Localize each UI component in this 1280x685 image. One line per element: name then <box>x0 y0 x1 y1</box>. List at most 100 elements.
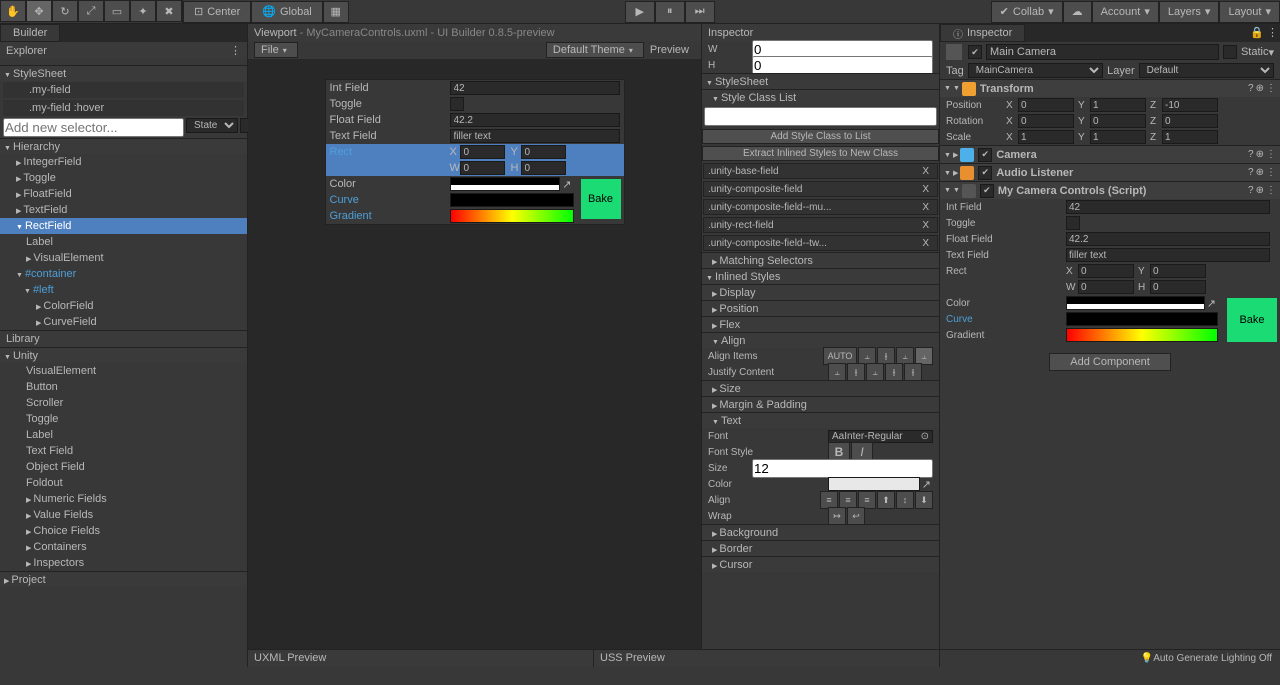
close-icon[interactable]: X <box>918 202 933 213</box>
move-tool[interactable]: ✥ <box>26 0 52 22</box>
script-int-input[interactable] <box>1066 200 1270 214</box>
bake-button[interactable]: Bake <box>581 179 621 219</box>
space-toggle[interactable]: 🌐 Global <box>251 1 323 23</box>
color-swatch[interactable] <box>450 177 561 191</box>
tree-rectfield[interactable]: RectField <box>0 218 247 234</box>
library-unity-section[interactable]: Unity <box>0 347 247 363</box>
scale-z[interactable] <box>1162 130 1218 144</box>
script-rect-y[interactable] <box>1150 264 1206 278</box>
audio-listener-header[interactable]: ▶✔Audio Listener?⊕⋮ <box>940 163 1280 181</box>
snap-toggle[interactable]: ▦ <box>323 1 349 23</box>
style-class-list-section[interactable]: Style Class List <box>702 89 939 105</box>
hand-tool[interactable]: ✋ <box>0 0 26 22</box>
hierarchy-section[interactable]: Hierarchy <box>0 138 247 154</box>
text-mid-button[interactable]: ↕ <box>896 491 914 509</box>
script-curve-field[interactable] <box>1066 312 1218 326</box>
static-checkbox[interactable] <box>1223 45 1237 59</box>
font-size-input[interactable] <box>752 459 933 478</box>
size-section[interactable]: Size <box>702 380 939 396</box>
script-header[interactable]: ▼✔My Camera Controls (Script)?⊕⋮ <box>940 181 1280 199</box>
text-color-field[interactable] <box>828 477 920 491</box>
lib-textfield[interactable]: Text Field <box>0 443 247 459</box>
matching-selectors-section[interactable]: Matching Selectors <box>702 252 939 268</box>
theme-dropdown[interactable]: Default Theme <box>546 42 644 58</box>
cursor-section[interactable]: Cursor <box>702 556 939 572</box>
pause-button[interactable]: ⏸ <box>655 1 685 23</box>
layout-dropdown[interactable]: Layout ▾ <box>1219 1 1280 23</box>
tree-colorfield[interactable]: ColorField <box>0 298 247 314</box>
wrap-on-button[interactable]: ↩ <box>847 507 865 525</box>
script-color-swatch[interactable] <box>1066 296 1205 310</box>
justify-between-button[interactable]: ⫲ <box>885 363 903 381</box>
lib-toggle[interactable]: Toggle <box>0 411 247 427</box>
help-icon[interactable]: ? <box>1248 83 1254 94</box>
tree-floatfield[interactable]: FloatField <box>0 186 247 202</box>
viewport-canvas[interactable]: Int Field Toggle Float Field Text Field … <box>248 59 701 649</box>
close-icon[interactable]: X <box>918 166 933 177</box>
align-section[interactable]: Align <box>702 332 939 348</box>
curve-field[interactable] <box>450 193 574 207</box>
rect-tool[interactable]: ▭ <box>104 0 130 22</box>
tag-dropdown[interactable]: MainCamera <box>968 63 1103 78</box>
rect-h-input[interactable] <box>521 161 566 175</box>
lib-label[interactable]: Label <box>0 427 247 443</box>
toggle-checkbox[interactable] <box>450 97 464 111</box>
extract-styles-button[interactable]: Extract Inlined Styles to New Class <box>702 146 939 161</box>
class-unity-base[interactable]: .unity-base-fieldX <box>703 163 938 179</box>
go-inspector-tab[interactable]: Inspector <box>940 24 1025 42</box>
preset-icon[interactable]: ⊕ <box>1256 83 1264 94</box>
text-field-input[interactable] <box>450 129 620 143</box>
rot-y[interactable] <box>1090 114 1146 128</box>
border-section[interactable]: Border <box>702 540 939 556</box>
lib-numeric[interactable]: Numeric Fields <box>0 491 247 507</box>
int-field-input[interactable] <box>450 81 620 95</box>
tree-integerfield[interactable]: IntegerField <box>0 154 247 170</box>
script-rect-w[interactable] <box>1078 280 1134 294</box>
add-style-class-button[interactable]: Add Style Class to List <box>702 129 939 144</box>
rot-z[interactable] <box>1162 114 1218 128</box>
gradient-swatch[interactable] <box>450 209 574 223</box>
class-unity-comp-tw[interactable]: .unity-composite-field--tw...X <box>703 235 938 251</box>
scale-tool[interactable]: ⤢ <box>78 0 104 22</box>
tree-textfield[interactable]: TextField <box>0 202 247 218</box>
account-dropdown[interactable]: Account ▾ <box>1092 1 1159 23</box>
rect-y-input[interactable] <box>521 145 566 159</box>
class-unity-comp-mu[interactable]: .unity-composite-field--mu...X <box>703 199 938 215</box>
add-component-button[interactable]: Add Component <box>1049 353 1171 371</box>
pos-y[interactable] <box>1090 98 1146 112</box>
collab-button[interactable]: ✔ Collab ▾ <box>991 1 1063 23</box>
script-text-input[interactable] <box>1066 248 1270 262</box>
justify-center-button[interactable]: ⫲ <box>847 363 865 381</box>
lib-inspectors[interactable]: Inspectors <box>0 555 247 571</box>
text-top-button[interactable]: ⬆ <box>877 491 895 509</box>
play-button[interactable]: ▶ <box>625 1 655 23</box>
stylesheet-section[interactable]: StyleSheet <box>0 65 247 81</box>
camera-header[interactable]: ▶✔Camera?⊕⋮ <box>940 145 1280 163</box>
lib-button[interactable]: Button <box>0 379 247 395</box>
script-rect-x[interactable] <box>1078 264 1134 278</box>
tree-toggle[interactable]: Toggle <box>0 170 247 186</box>
layers-dropdown[interactable]: Layers ▾ <box>1159 1 1220 23</box>
ui-stylesheet-section[interactable]: StyleSheet <box>702 73 939 89</box>
font-object-field[interactable]: Aa Inter-Regular⊙ <box>828 430 933 443</box>
script-float-input[interactable] <box>1066 232 1270 246</box>
tree-container[interactable]: #container <box>0 266 247 282</box>
go-name-input[interactable] <box>986 44 1219 60</box>
selector-myfield-hover[interactable]: .my-field :hover <box>3 100 244 116</box>
class-unity-rect[interactable]: .unity-rect-fieldX <box>703 217 938 233</box>
rect-w-input[interactable] <box>460 161 505 175</box>
margin-section[interactable]: Margin & Padding <box>702 396 939 412</box>
text-bot-button[interactable]: ⬇ <box>915 491 933 509</box>
go-active-checkbox[interactable]: ✔ <box>968 45 982 59</box>
library-project-section[interactable]: Project <box>0 571 247 587</box>
custom-tool[interactable]: ✖ <box>156 0 182 22</box>
lib-foldout[interactable]: Foldout <box>0 475 247 491</box>
wrap-off-button[interactable]: ↦ <box>828 507 846 525</box>
uss-preview-tab[interactable]: USS Preview <box>594 650 940 667</box>
display-section[interactable]: Display <box>702 284 939 300</box>
position-section[interactable]: Position <box>702 300 939 316</box>
text-section[interactable]: Text <box>702 412 939 428</box>
transform-header[interactable]: ▼Transform?⊕⋮ <box>940 79 1280 97</box>
new-selector-input[interactable] <box>3 118 184 137</box>
justify-around-button[interactable]: ⫲ <box>904 363 922 381</box>
